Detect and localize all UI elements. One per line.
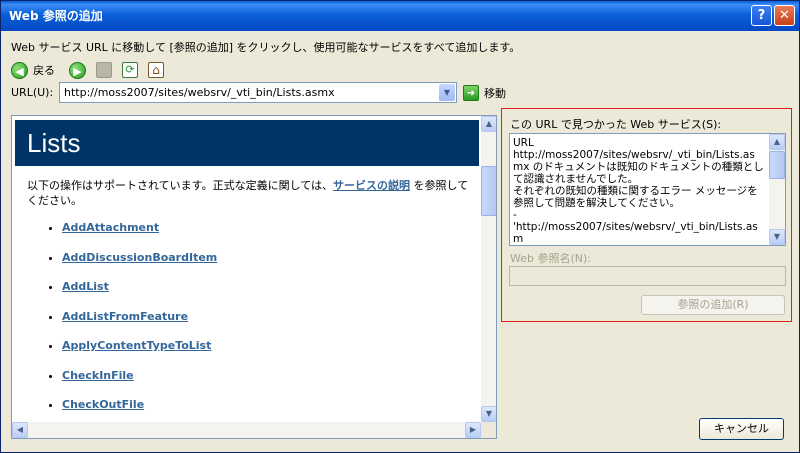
help-button[interactable]: ? [751, 5, 772, 26]
operation-link[interactable]: CheckInFile [62, 369, 134, 382]
browser-pane: Lists 以下の操作はサポートされています。正式な定義に関しては、サービスの説… [11, 115, 497, 439]
close-button[interactable]: ✕ [774, 5, 795, 26]
found-services-panel: この URL で見つかった Web サービス(S): URL http://mo… [501, 108, 792, 322]
service-description-link[interactable]: サービスの説明 [333, 179, 410, 192]
found-services-label: この URL で見つかった Web サービス(S): [510, 118, 722, 131]
service-heading: Lists [15, 120, 479, 166]
url-label: URL(U): [11, 86, 54, 99]
instructions-text: Web サービス URL に移動して [参照の追加] をクリックし、使用可能なサ… [11, 41, 521, 54]
chevron-down-icon[interactable]: ▼ [439, 84, 455, 101]
operation-link[interactable]: AddListFromFeature [62, 310, 188, 323]
scroll-down-icon[interactable]: ▼ [769, 229, 785, 245]
navigation-toolbar: ◀ 戻る ▶ ⟳ ⌂ [11, 60, 164, 80]
back-arrow-icon[interactable]: ◀ [11, 61, 28, 79]
url-input[interactable]: http://moss2007/sites/websrv/_vti_bin/Li… [59, 82, 457, 103]
operation-link[interactable]: ApplyContentTypeToList [62, 339, 211, 352]
list-item: CheckInFile [62, 366, 480, 396]
add-web-reference-dialog: Web 参照の追加 ? ✕ Web サービス URL に移動して [参照の追加]… [0, 0, 800, 453]
reference-name-label: Web 参照名(N): [510, 252, 591, 265]
stop-icon[interactable] [96, 62, 112, 78]
forward-arrow-icon[interactable]: ▶ [69, 61, 86, 79]
cancel-button[interactable]: キャンセル [699, 418, 784, 440]
add-reference-button[interactable]: 参照の追加(R) [641, 295, 785, 315]
list-item: AddAttachment [62, 218, 480, 248]
operation-link[interactable]: AddAttachment [62, 221, 159, 234]
scroll-thumb[interactable] [481, 166, 496, 216]
list-item: AddDiscussionBoardItem [62, 248, 480, 278]
scroll-left-icon[interactable]: ◀ [12, 422, 28, 438]
scroll-right-icon[interactable]: ▶ [465, 422, 481, 438]
service-description: 以下の操作はサポートされています。正式な定義に関しては、サービスの説明 を参照し… [27, 178, 470, 208]
scroll-thumb[interactable] [769, 151, 785, 179]
scroll-down-icon[interactable]: ▼ [481, 406, 496, 422]
operation-link[interactable]: CheckOutFile [62, 398, 144, 411]
home-icon[interactable]: ⌂ [148, 62, 164, 78]
help-icon: ? [757, 8, 766, 23]
list-item: AddList [62, 277, 480, 307]
operations-list: AddAttachment AddDiscussionBoardItem Add… [62, 218, 480, 422]
go-arrow-icon: ➜ [463, 85, 479, 101]
window-title: Web 参照の追加 [9, 9, 103, 23]
found-vertical-scrollbar[interactable]: ▲ ▼ [769, 134, 785, 245]
go-button[interactable]: ➜ 移動 [463, 85, 506, 101]
refresh-icon[interactable]: ⟳ [122, 62, 138, 78]
close-icon: ✕ [779, 8, 790, 23]
reference-name-input[interactable] [509, 266, 786, 286]
vertical-scrollbar[interactable]: ▲ ▼ [481, 116, 496, 422]
found-services-textbox[interactable]: URL http://moss2007/sites/websrv/_vti_bi… [509, 133, 786, 246]
list-item: ApplyContentTypeToList [62, 336, 480, 366]
operation-link[interactable]: AddList [62, 280, 109, 293]
scroll-up-icon[interactable]: ▲ [769, 134, 785, 150]
list-item: AddListFromFeature [62, 307, 480, 337]
list-item: CheckOutFile [62, 395, 480, 422]
browser-content: Lists 以下の操作はサポートされています。正式な定義に関しては、サービスの説… [12, 116, 480, 422]
scrollbar-corner [481, 422, 496, 438]
found-services-message: URL http://moss2007/sites/websrv/_vti_bi… [513, 137, 764, 245]
operation-link[interactable]: AddDiscussionBoardItem [62, 251, 217, 264]
go-label: 移動 [484, 87, 506, 100]
horizontal-scrollbar[interactable]: ◀ ▶ [12, 422, 481, 438]
title-bar: Web 参照の追加 [1, 1, 799, 31]
scroll-up-icon[interactable]: ▲ [481, 116, 496, 132]
back-button-label[interactable]: 戻る [33, 62, 55, 78]
description-text: 以下の操作はサポートされています。正式な定義に関しては、 [27, 179, 334, 192]
